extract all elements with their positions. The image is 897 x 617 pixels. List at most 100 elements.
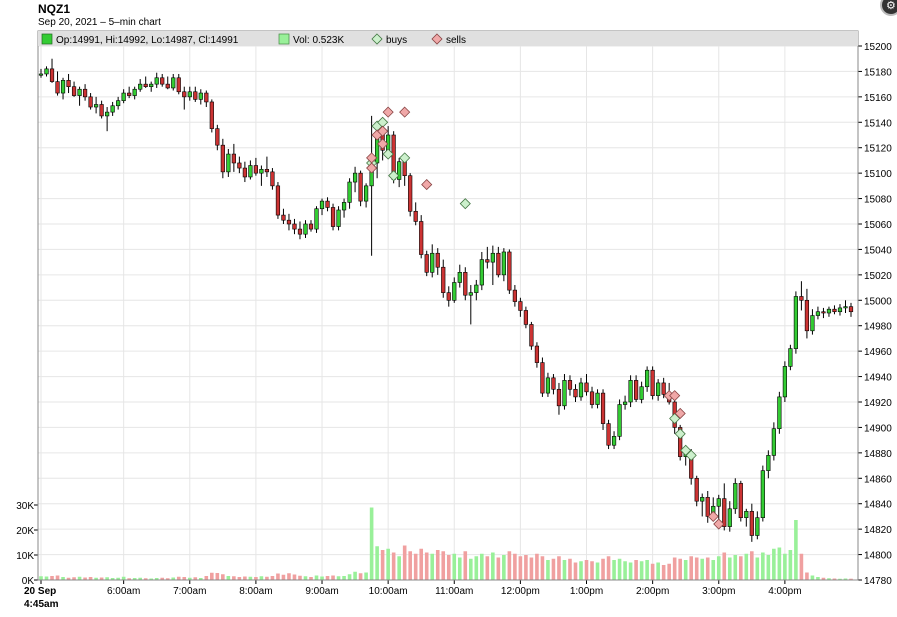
candle-body: [716, 498, 721, 507]
candle-body: [617, 404, 622, 437]
volume-bar: [777, 547, 782, 580]
time-tick-label: 3:00pm: [702, 586, 735, 597]
candle-body: [474, 284, 479, 293]
candle-body: [534, 345, 540, 363]
candle-body: [567, 380, 573, 390]
candle-body: [512, 289, 517, 302]
volume-bar: [474, 556, 479, 580]
volume-bar: [55, 575, 60, 580]
buy-marker: [399, 152, 411, 164]
volume-bar: [221, 574, 225, 580]
time-tick-label: 4:00pm: [768, 586, 801, 597]
volume-bar: [281, 574, 286, 580]
volume-bar: [364, 572, 368, 580]
candle-body: [132, 88, 137, 96]
volume-bar: [722, 552, 727, 580]
volume-bar: [325, 576, 330, 580]
time-tick-label: 20 Sep: [24, 586, 56, 597]
volume-bar: [557, 556, 561, 580]
volume-bar: [369, 507, 374, 580]
candle-body: [138, 83, 143, 90]
candle-body: [204, 92, 209, 103]
volume-bar: [50, 576, 54, 580]
candle-body: [848, 306, 854, 313]
volume-bar: [727, 557, 732, 580]
volume-bar: [606, 556, 611, 580]
candle-body: [628, 380, 633, 403]
time-tick-label: 1:00pm: [570, 586, 603, 597]
time-tick-label: 9:00am: [305, 586, 338, 597]
price-tick-label: 14780: [864, 576, 892, 587]
volume-bar: [314, 575, 319, 580]
candle-body: [286, 219, 292, 225]
candle-body: [496, 252, 501, 276]
time-tick-label: 8:00am: [239, 586, 272, 597]
candle-body: [292, 223, 297, 230]
price-tick-label: 15140: [864, 118, 892, 129]
time-tick-label: 4:45am: [24, 599, 59, 610]
volume-bar: [562, 560, 567, 580]
volume-bar: [617, 558, 622, 580]
volume-bar: [772, 548, 776, 580]
volume-bar: [551, 558, 556, 580]
volume-bar: [634, 560, 638, 580]
volume-bar: [353, 571, 357, 580]
volume-bar: [204, 576, 209, 580]
candle-body: [441, 266, 446, 293]
candle-body: [270, 171, 275, 187]
volume-bar: [485, 556, 490, 580]
candle-body: [650, 369, 655, 396]
volume-bar: [805, 572, 809, 580]
volume-bar: [584, 560, 589, 580]
candle-body: [242, 167, 247, 178]
volume-bar: [457, 557, 462, 580]
candle-body: [308, 223, 314, 230]
price-tick-label: 14920: [864, 398, 892, 409]
candle-body: [71, 86, 77, 96]
time-tick-label: 11:00am: [435, 586, 473, 597]
price-tick-label: 15180: [864, 67, 892, 78]
price-tick-label: 15060: [864, 220, 892, 231]
price-tick-label: 14880: [864, 449, 892, 460]
volume-bar: [738, 556, 743, 580]
volume-bar: [788, 550, 793, 580]
candle-body: [733, 483, 738, 510]
price-tick-label: 15020: [864, 271, 892, 282]
volume-bar: [303, 576, 308, 580]
candle-body: [562, 380, 567, 407]
buy-marker: [459, 198, 471, 210]
candle-body: [215, 128, 220, 146]
volume-bar: [513, 553, 517, 580]
candle-body: [793, 296, 798, 349]
candle-body: [182, 91, 187, 98]
candle-body: [760, 470, 765, 518]
candle-body: [446, 292, 451, 301]
volume-bar: [667, 563, 671, 580]
volume-bar: [342, 576, 346, 580]
candle-body: [341, 202, 347, 211]
sell-marker: [399, 106, 411, 118]
candle-body: [843, 306, 848, 309]
candle-body: [358, 172, 363, 202]
volume-bar: [750, 551, 754, 580]
candle-body: [264, 169, 270, 173]
volume-bar: [628, 562, 633, 580]
volume-bar: [694, 557, 699, 580]
volume-bar: [716, 556, 721, 580]
sell-marker: [382, 106, 394, 118]
candle-body: [330, 207, 336, 227]
candle-body: [336, 209, 341, 227]
candle-body: [60, 80, 66, 94]
candle-body: [468, 292, 473, 296]
volume-bar: [535, 553, 539, 580]
volume-bar: [546, 560, 550, 580]
volume-bar: [733, 555, 738, 580]
candle-body: [99, 104, 104, 117]
price-tick-label: 14860: [864, 474, 892, 485]
candle-body: [66, 80, 71, 87]
candle-body: [319, 200, 325, 210]
candle-body: [744, 511, 749, 519]
volume-bar: [491, 552, 495, 580]
candle-body: [325, 200, 330, 208]
volume-bar: [579, 561, 583, 580]
